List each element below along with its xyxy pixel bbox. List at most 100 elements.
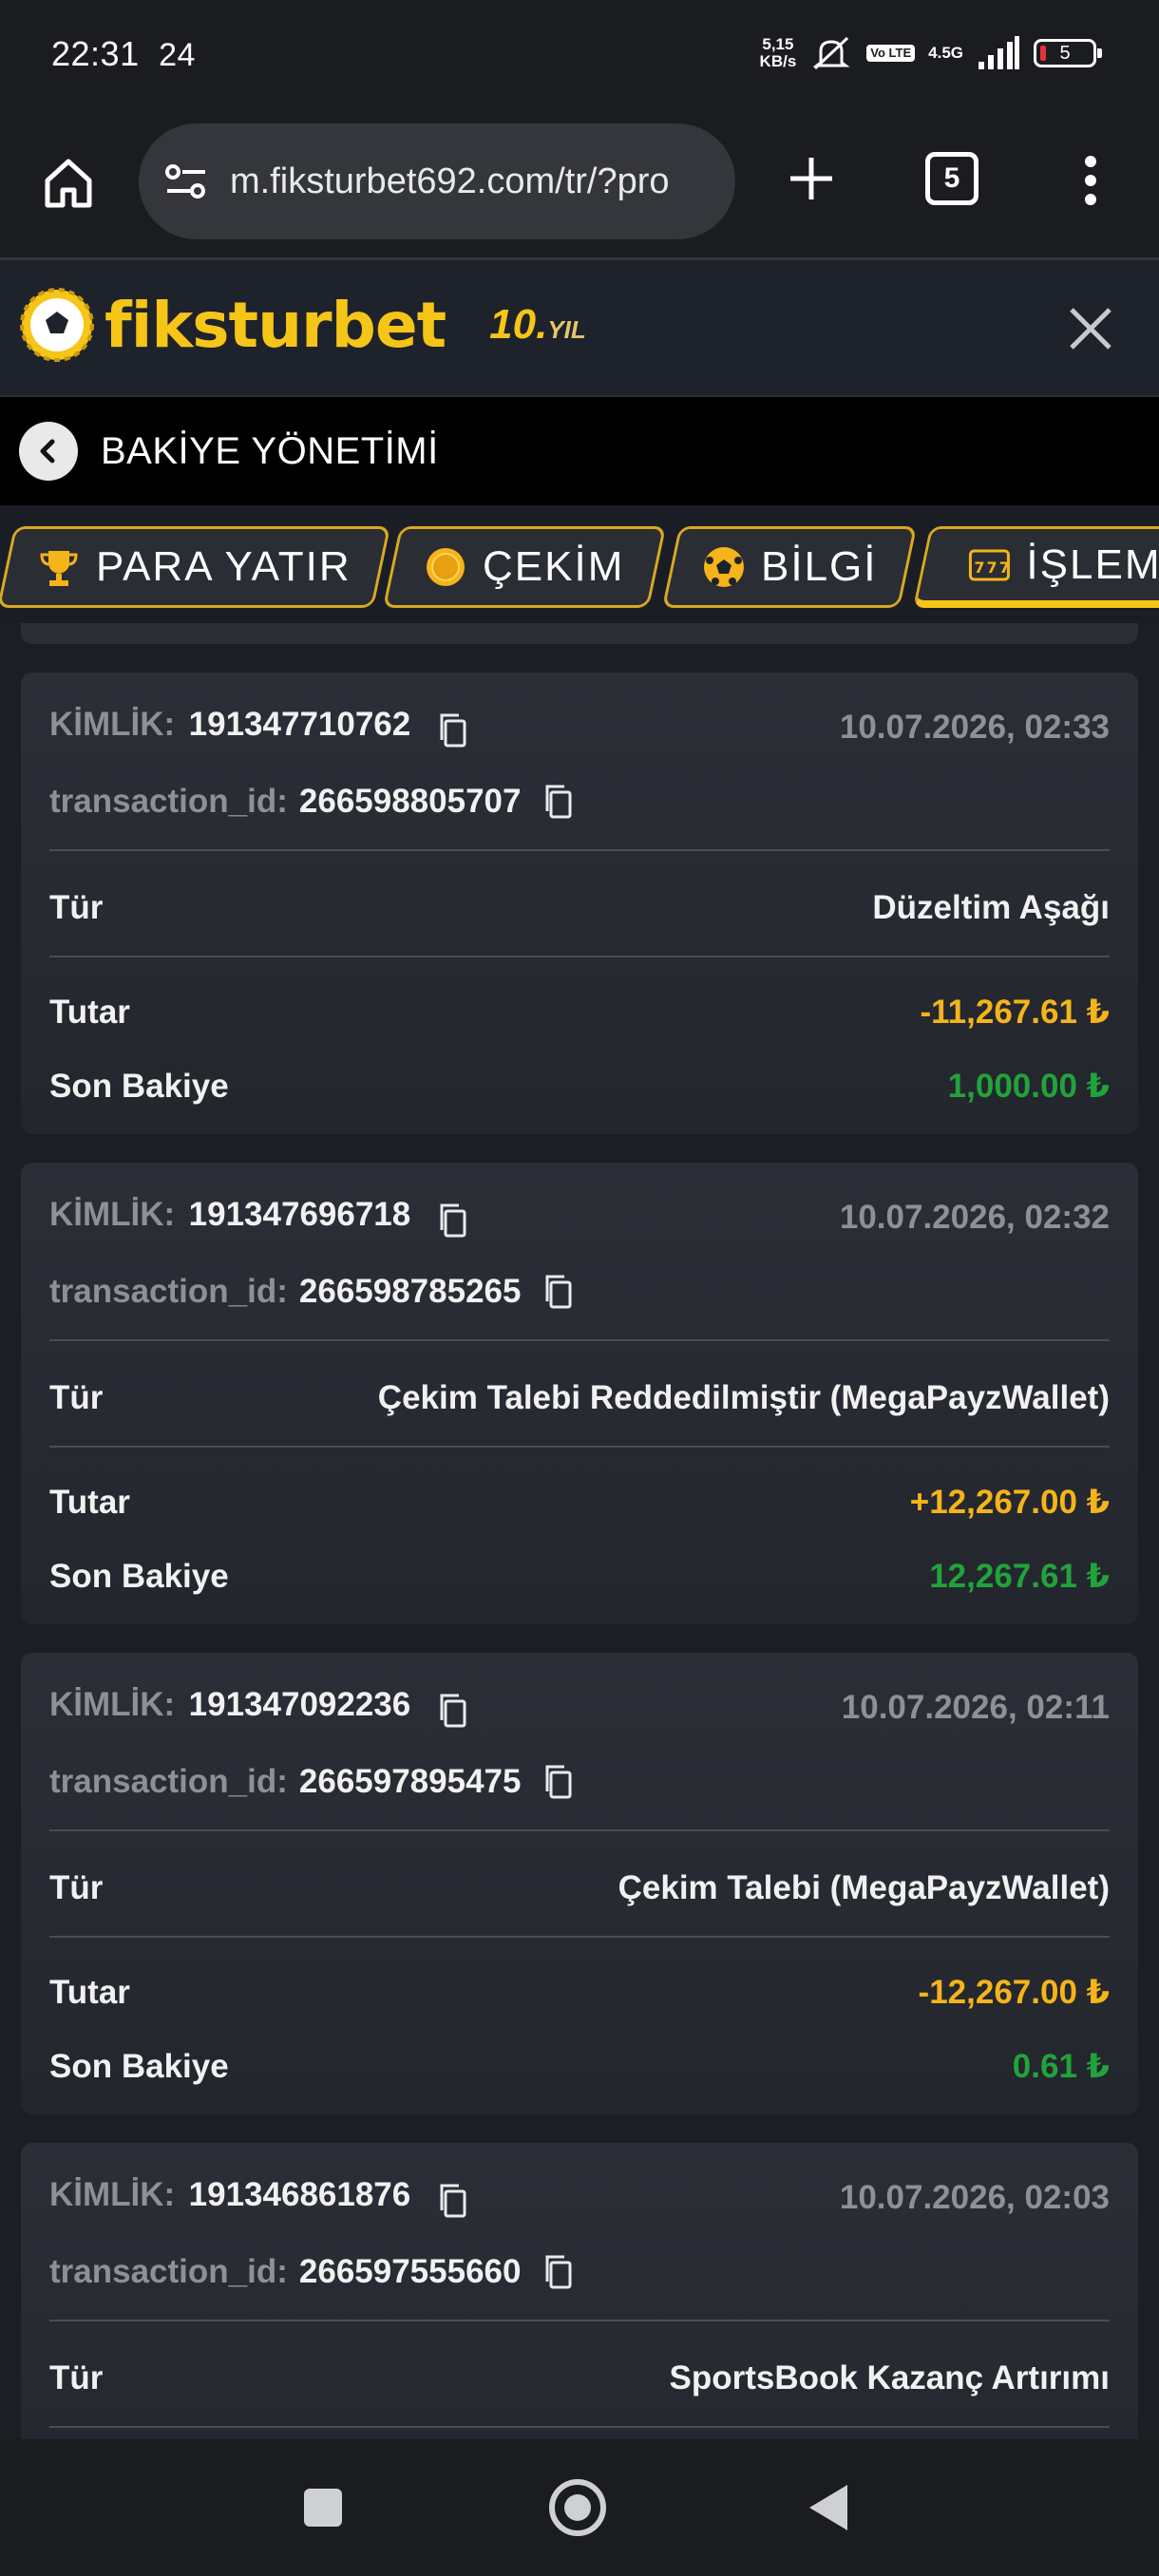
logo-wordmark: fiksturbet bbox=[104, 288, 446, 362]
copy-icon[interactable] bbox=[540, 2253, 578, 2291]
browser-menu-button[interactable] bbox=[1064, 146, 1117, 215]
copy-icon[interactable] bbox=[434, 711, 472, 749]
copy-icon[interactable] bbox=[540, 1763, 578, 1801]
new-tab-button[interactable] bbox=[777, 144, 846, 213]
transaction-amount: -11,267.61 ₺ bbox=[920, 994, 1110, 1031]
tab-withdraw[interactable]: ÇEKİM bbox=[382, 526, 667, 608]
transaction-id-label: transaction_id: bbox=[49, 783, 288, 820]
tab-transactions-label: İŞLEM bbox=[1026, 540, 1159, 588]
transaction-card: KİMLİK: 191347710762 10.07.2026, 02:33 t… bbox=[21, 672, 1138, 1134]
network-speed-unit: KB/s bbox=[759, 52, 797, 70]
divider bbox=[49, 849, 1110, 851]
clock: 22:31 bbox=[51, 34, 140, 73]
transaction-kimlik: 191347092236 bbox=[188, 1685, 411, 1723]
browser-toolbar: m.fiksturbet692.com/tr/?pro 5 bbox=[0, 112, 1159, 260]
transaction-date: 10.07.2026, 02:32 bbox=[839, 1199, 1110, 1236]
back-nav-button[interactable] bbox=[809, 2485, 847, 2530]
network-speed-value: 5,15 bbox=[762, 35, 794, 53]
home-button[interactable] bbox=[34, 148, 103, 217]
svg-text:777: 777 bbox=[975, 559, 1012, 577]
soccer-ball-icon bbox=[703, 547, 744, 587]
transaction-type: SportsBook Kazanç Artırımı bbox=[669, 2359, 1110, 2396]
id-label: KİMLİK: bbox=[49, 705, 176, 743]
anniversary-suffix: YIL bbox=[547, 315, 586, 344]
page-title-bar: BAKİYE YÖNETİMİ bbox=[0, 397, 1159, 505]
address-bar[interactable]: m.fiksturbet692.com/tr/?pro bbox=[139, 123, 735, 239]
transaction-type: Çekim Talebi Reddedilmiştir (MegaPayzWal… bbox=[377, 1379, 1110, 1416]
transaction-id-label: transaction_id: bbox=[49, 1273, 288, 1310]
transaction-type: Çekim Talebi (MegaPayzWallet) bbox=[618, 1869, 1110, 1906]
coin-icon bbox=[427, 548, 466, 586]
menu-dot-icon bbox=[1085, 156, 1096, 167]
home-nav-button[interactable] bbox=[549, 2479, 606, 2536]
trophy-icon bbox=[40, 551, 78, 586]
plus-icon bbox=[790, 158, 832, 199]
tab-info[interactable]: BİLGİ bbox=[661, 526, 918, 608]
notification-count: 24 bbox=[159, 37, 196, 73]
copy-icon[interactable] bbox=[540, 1273, 578, 1311]
anniversary-number: 10. bbox=[489, 301, 548, 348]
balance-label: Son Bakiye bbox=[49, 2048, 229, 2085]
tab-deposit-label: PARA YATIR bbox=[95, 543, 352, 590]
transaction-list[interactable]: KİMLİK: 191347710762 10.07.2026, 02:33 t… bbox=[0, 623, 1159, 2439]
transaction-date: 10.07.2026, 02:11 bbox=[841, 1689, 1110, 1726]
balance-label: Son Bakiye bbox=[49, 1558, 229, 1595]
volte-badge: Vo LTE bbox=[866, 45, 916, 62]
divider bbox=[49, 1446, 1110, 1448]
previous-card-edge bbox=[21, 623, 1138, 644]
url-text[interactable]: m.fiksturbet692.com/tr/?pro bbox=[230, 161, 670, 202]
amount-label: Tutar bbox=[49, 994, 130, 1031]
transaction-id-value: 266598805707 bbox=[298, 783, 522, 820]
transaction-balance: 12,267.61 ₺ bbox=[929, 1558, 1110, 1595]
back-button[interactable] bbox=[19, 422, 78, 481]
transaction-card: KİMLİK: 191347696718 10.07.2026, 02:32 t… bbox=[21, 1163, 1138, 1624]
slot-machine-icon: 777 bbox=[969, 549, 1012, 580]
site-logo[interactable]: fiksturbet 10.YIL bbox=[19, 287, 586, 363]
type-label: Tür bbox=[49, 1869, 104, 1906]
menu-dot-icon bbox=[1085, 194, 1096, 205]
close-icon[interactable] bbox=[1060, 298, 1121, 359]
status-icons: 5,15 KB/s Vo LTE 4.5G 5 bbox=[760, 32, 1102, 74]
copy-icon[interactable] bbox=[434, 2182, 472, 2220]
site-settings-icon[interactable] bbox=[163, 161, 209, 202]
divider bbox=[49, 2426, 1110, 2428]
transaction-type: Düzeltim Aşağı bbox=[872, 889, 1110, 926]
id-label: KİMLİK: bbox=[49, 2175, 176, 2213]
tab-transactions[interactable]: 777 İŞLEM bbox=[912, 526, 1159, 608]
id-label: KİMLİK: bbox=[49, 1195, 176, 1233]
tab-info-label: BİLGİ bbox=[760, 543, 878, 590]
system-navigation-bar bbox=[0, 2439, 1159, 2576]
anniversary-badge: 10.YIL bbox=[489, 301, 586, 349]
soccer-ball-logo-icon bbox=[20, 288, 94, 362]
divider bbox=[49, 1339, 1110, 1341]
copy-icon[interactable] bbox=[540, 783, 578, 821]
type-label: Tür bbox=[49, 1379, 104, 1416]
divider bbox=[49, 956, 1110, 957]
amount-label: Tutar bbox=[49, 1974, 130, 2011]
home-icon bbox=[45, 159, 92, 208]
transaction-date: 10.07.2026, 02:03 bbox=[839, 2179, 1110, 2216]
balance-label: Son Bakiye bbox=[49, 1068, 229, 1105]
transaction-id-label: transaction_id: bbox=[49, 2253, 288, 2290]
id-label: KİMLİK: bbox=[49, 1685, 176, 1723]
network-speed: 5,15 KB/s bbox=[760, 36, 797, 70]
transaction-id-label: transaction_id: bbox=[49, 1763, 288, 1800]
recent-apps-button[interactable] bbox=[304, 2489, 342, 2527]
transaction-id-value: 266598785265 bbox=[298, 1273, 522, 1310]
transaction-balance: 0.61 ₺ bbox=[1012, 2048, 1110, 2085]
transaction-kimlik: 191347710762 bbox=[188, 705, 411, 743]
page-title: BAKİYE YÖNETİMİ bbox=[101, 429, 439, 472]
transaction-card: KİMLİK: 191347092236 10.07.2026, 02:11 t… bbox=[21, 1653, 1138, 2114]
transaction-id-value: 266597895475 bbox=[298, 1763, 522, 1800]
tab-switcher-button[interactable]: 5 bbox=[925, 152, 978, 205]
transaction-id-value: 266597555660 bbox=[298, 2253, 522, 2290]
transaction-amount: +12,267.00 ₺ bbox=[909, 1484, 1110, 1521]
transaction-kimlik: 191346861876 bbox=[188, 2175, 411, 2213]
transaction-date: 10.07.2026, 02:33 bbox=[839, 709, 1110, 746]
battery-level: 5 bbox=[1059, 42, 1071, 64]
copy-icon[interactable] bbox=[434, 1692, 472, 1730]
copy-icon[interactable] bbox=[434, 1202, 472, 1240]
tab-withdraw-label: ÇEKİM bbox=[483, 543, 625, 590]
tab-deposit[interactable]: PARA YATIR bbox=[0, 526, 391, 608]
divider bbox=[49, 1936, 1110, 1938]
